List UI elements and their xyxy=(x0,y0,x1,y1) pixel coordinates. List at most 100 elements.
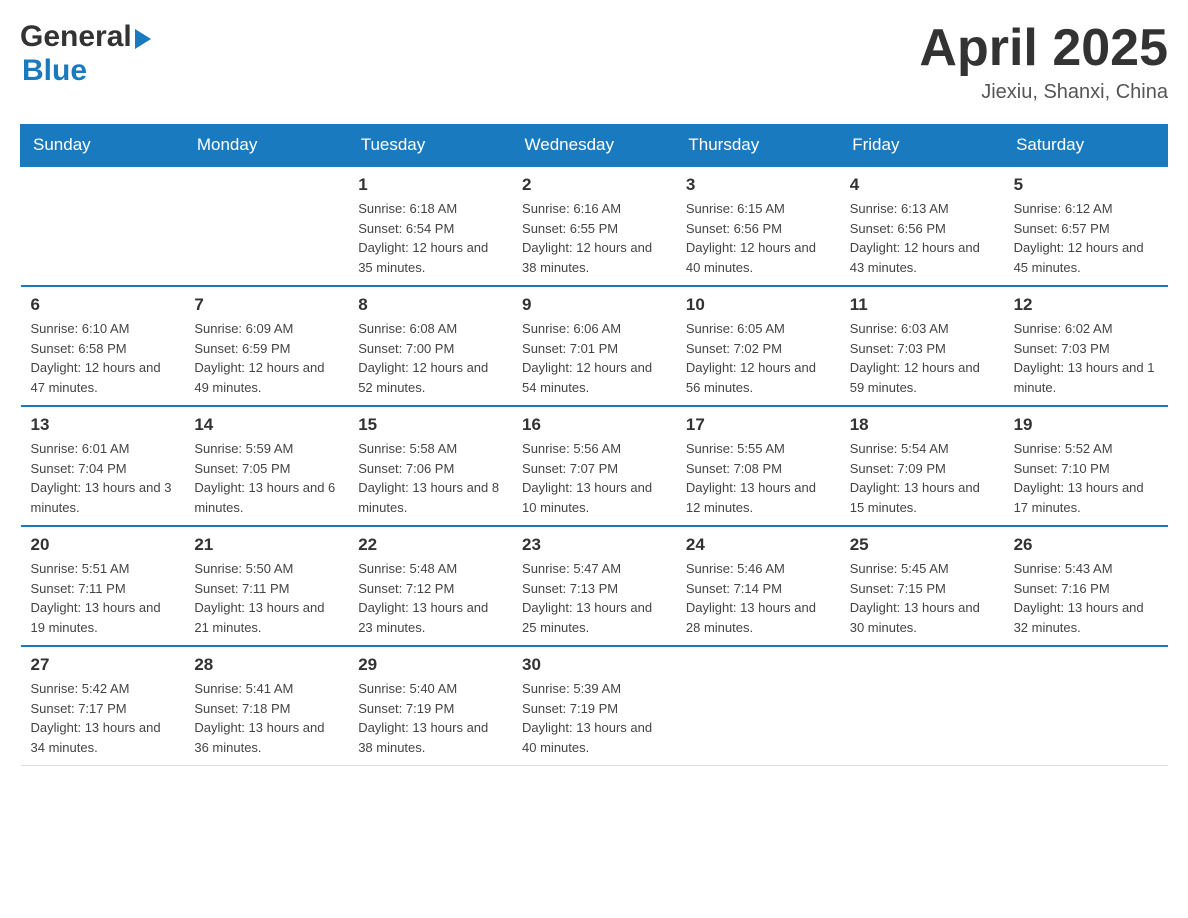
day-info: Sunrise: 6:02 AMSunset: 7:03 PMDaylight:… xyxy=(1014,319,1158,397)
calendar-cell: 13 Sunrise: 6:01 AMSunset: 7:04 PMDaylig… xyxy=(21,406,185,526)
header-day-saturday: Saturday xyxy=(1004,125,1168,167)
day-info: Sunrise: 5:47 AMSunset: 7:13 PMDaylight:… xyxy=(522,559,666,637)
day-info: Sunrise: 5:56 AMSunset: 7:07 PMDaylight:… xyxy=(522,439,666,517)
day-number: 7 xyxy=(194,295,338,315)
calendar-cell xyxy=(1004,646,1168,766)
calendar-cell: 16 Sunrise: 5:56 AMSunset: 7:07 PMDaylig… xyxy=(512,406,676,526)
calendar-cell xyxy=(840,646,1004,766)
title-block: April 2025 Jiexiu, Shanxi, China xyxy=(919,20,1168,104)
day-number: 16 xyxy=(522,415,666,435)
calendar-cell: 17 Sunrise: 5:55 AMSunset: 7:08 PMDaylig… xyxy=(676,406,840,526)
calendar-week-1: 1 Sunrise: 6:18 AMSunset: 6:54 PMDayligh… xyxy=(21,166,1168,286)
calendar-table: SundayMondayTuesdayWednesdayThursdayFrid… xyxy=(20,124,1168,766)
day-number: 14 xyxy=(194,415,338,435)
page-header: General Blue April 2025 Jiexiu, Shanxi, … xyxy=(20,20,1168,104)
calendar-cell: 12 Sunrise: 6:02 AMSunset: 7:03 PMDaylig… xyxy=(1004,286,1168,406)
day-info: Sunrise: 6:15 AMSunset: 6:56 PMDaylight:… xyxy=(686,199,830,277)
day-number: 8 xyxy=(358,295,502,315)
calendar-cell: 20 Sunrise: 5:51 AMSunset: 7:11 PMDaylig… xyxy=(21,526,185,646)
calendar-cell xyxy=(676,646,840,766)
header-row: SundayMondayTuesdayWednesdayThursdayFrid… xyxy=(21,125,1168,167)
day-info: Sunrise: 5:52 AMSunset: 7:10 PMDaylight:… xyxy=(1014,439,1158,517)
day-info: Sunrise: 6:13 AMSunset: 6:56 PMDaylight:… xyxy=(850,199,994,277)
calendar-cell: 5 Sunrise: 6:12 AMSunset: 6:57 PMDayligh… xyxy=(1004,166,1168,286)
day-info: Sunrise: 5:55 AMSunset: 7:08 PMDaylight:… xyxy=(686,439,830,517)
day-info: Sunrise: 5:42 AMSunset: 7:17 PMDaylight:… xyxy=(31,679,175,757)
day-info: Sunrise: 5:59 AMSunset: 7:05 PMDaylight:… xyxy=(194,439,338,517)
day-number: 23 xyxy=(522,535,666,555)
day-info: Sunrise: 5:51 AMSunset: 7:11 PMDaylight:… xyxy=(31,559,175,637)
day-number: 2 xyxy=(522,175,666,195)
calendar-cell: 15 Sunrise: 5:58 AMSunset: 7:06 PMDaylig… xyxy=(348,406,512,526)
day-number: 6 xyxy=(31,295,175,315)
calendar-cell: 30 Sunrise: 5:39 AMSunset: 7:19 PMDaylig… xyxy=(512,646,676,766)
day-number: 28 xyxy=(194,655,338,675)
calendar-week-2: 6 Sunrise: 6:10 AMSunset: 6:58 PMDayligh… xyxy=(21,286,1168,406)
calendar-body: 1 Sunrise: 6:18 AMSunset: 6:54 PMDayligh… xyxy=(21,166,1168,766)
day-info: Sunrise: 5:54 AMSunset: 7:09 PMDaylight:… xyxy=(850,439,994,517)
calendar-cell: 1 Sunrise: 6:18 AMSunset: 6:54 PMDayligh… xyxy=(348,166,512,286)
day-number: 27 xyxy=(31,655,175,675)
header-day-friday: Friday xyxy=(840,125,1004,167)
day-info: Sunrise: 5:46 AMSunset: 7:14 PMDaylight:… xyxy=(686,559,830,637)
day-info: Sunrise: 5:45 AMSunset: 7:15 PMDaylight:… xyxy=(850,559,994,637)
day-number: 22 xyxy=(358,535,502,555)
header-day-monday: Monday xyxy=(184,125,348,167)
calendar-cell: 7 Sunrise: 6:09 AMSunset: 6:59 PMDayligh… xyxy=(184,286,348,406)
calendar-cell xyxy=(184,166,348,286)
calendar-cell: 24 Sunrise: 5:46 AMSunset: 7:14 PMDaylig… xyxy=(676,526,840,646)
calendar-cell: 18 Sunrise: 5:54 AMSunset: 7:09 PMDaylig… xyxy=(840,406,1004,526)
calendar-cell: 11 Sunrise: 6:03 AMSunset: 7:03 PMDaylig… xyxy=(840,286,1004,406)
day-info: Sunrise: 6:01 AMSunset: 7:04 PMDaylight:… xyxy=(31,439,175,517)
header-day-thursday: Thursday xyxy=(676,125,840,167)
day-number: 12 xyxy=(1014,295,1158,315)
calendar-cell: 2 Sunrise: 6:16 AMSunset: 6:55 PMDayligh… xyxy=(512,166,676,286)
calendar-week-4: 20 Sunrise: 5:51 AMSunset: 7:11 PMDaylig… xyxy=(21,526,1168,646)
calendar-title: April 2025 xyxy=(919,20,1168,77)
day-info: Sunrise: 5:48 AMSunset: 7:12 PMDaylight:… xyxy=(358,559,502,637)
header-day-sunday: Sunday xyxy=(21,125,185,167)
logo-blue-text: Blue xyxy=(22,54,87,87)
calendar-cell: 4 Sunrise: 6:13 AMSunset: 6:56 PMDayligh… xyxy=(840,166,1004,286)
day-info: Sunrise: 6:10 AMSunset: 6:58 PMDaylight:… xyxy=(31,319,175,397)
calendar-cell: 27 Sunrise: 5:42 AMSunset: 7:17 PMDaylig… xyxy=(21,646,185,766)
calendar-cell: 9 Sunrise: 6:06 AMSunset: 7:01 PMDayligh… xyxy=(512,286,676,406)
calendar-cell: 19 Sunrise: 5:52 AMSunset: 7:10 PMDaylig… xyxy=(1004,406,1168,526)
day-info: Sunrise: 6:03 AMSunset: 7:03 PMDaylight:… xyxy=(850,319,994,397)
logo-triangle-icon xyxy=(135,29,151,49)
calendar-cell: 25 Sunrise: 5:45 AMSunset: 7:15 PMDaylig… xyxy=(840,526,1004,646)
header-day-tuesday: Tuesday xyxy=(348,125,512,167)
day-number: 15 xyxy=(358,415,502,435)
day-info: Sunrise: 6:09 AMSunset: 6:59 PMDaylight:… xyxy=(194,319,338,397)
calendar-cell: 3 Sunrise: 6:15 AMSunset: 6:56 PMDayligh… xyxy=(676,166,840,286)
day-number: 24 xyxy=(686,535,830,555)
day-info: Sunrise: 5:40 AMSunset: 7:19 PMDaylight:… xyxy=(358,679,502,757)
header-day-wednesday: Wednesday xyxy=(512,125,676,167)
calendar-cell xyxy=(21,166,185,286)
day-info: Sunrise: 5:43 AMSunset: 7:16 PMDaylight:… xyxy=(1014,559,1158,637)
day-number: 13 xyxy=(31,415,175,435)
day-number: 21 xyxy=(194,535,338,555)
logo: General Blue xyxy=(20,20,151,88)
day-number: 11 xyxy=(850,295,994,315)
day-number: 19 xyxy=(1014,415,1158,435)
day-number: 30 xyxy=(522,655,666,675)
day-number: 10 xyxy=(686,295,830,315)
day-number: 26 xyxy=(1014,535,1158,555)
calendar-week-3: 13 Sunrise: 6:01 AMSunset: 7:04 PMDaylig… xyxy=(21,406,1168,526)
day-number: 20 xyxy=(31,535,175,555)
calendar-cell: 21 Sunrise: 5:50 AMSunset: 7:11 PMDaylig… xyxy=(184,526,348,646)
day-number: 18 xyxy=(850,415,994,435)
day-number: 9 xyxy=(522,295,666,315)
calendar-cell: 26 Sunrise: 5:43 AMSunset: 7:16 PMDaylig… xyxy=(1004,526,1168,646)
logo-general-text: General xyxy=(20,20,132,54)
day-info: Sunrise: 6:06 AMSunset: 7:01 PMDaylight:… xyxy=(522,319,666,397)
day-info: Sunrise: 5:50 AMSunset: 7:11 PMDaylight:… xyxy=(194,559,338,637)
day-number: 25 xyxy=(850,535,994,555)
day-number: 29 xyxy=(358,655,502,675)
day-info: Sunrise: 6:08 AMSunset: 7:00 PMDaylight:… xyxy=(358,319,502,397)
calendar-location: Jiexiu, Shanxi, China xyxy=(919,81,1168,104)
day-info: Sunrise: 5:58 AMSunset: 7:06 PMDaylight:… xyxy=(358,439,502,517)
day-info: Sunrise: 5:39 AMSunset: 7:19 PMDaylight:… xyxy=(522,679,666,757)
calendar-cell: 10 Sunrise: 6:05 AMSunset: 7:02 PMDaylig… xyxy=(676,286,840,406)
